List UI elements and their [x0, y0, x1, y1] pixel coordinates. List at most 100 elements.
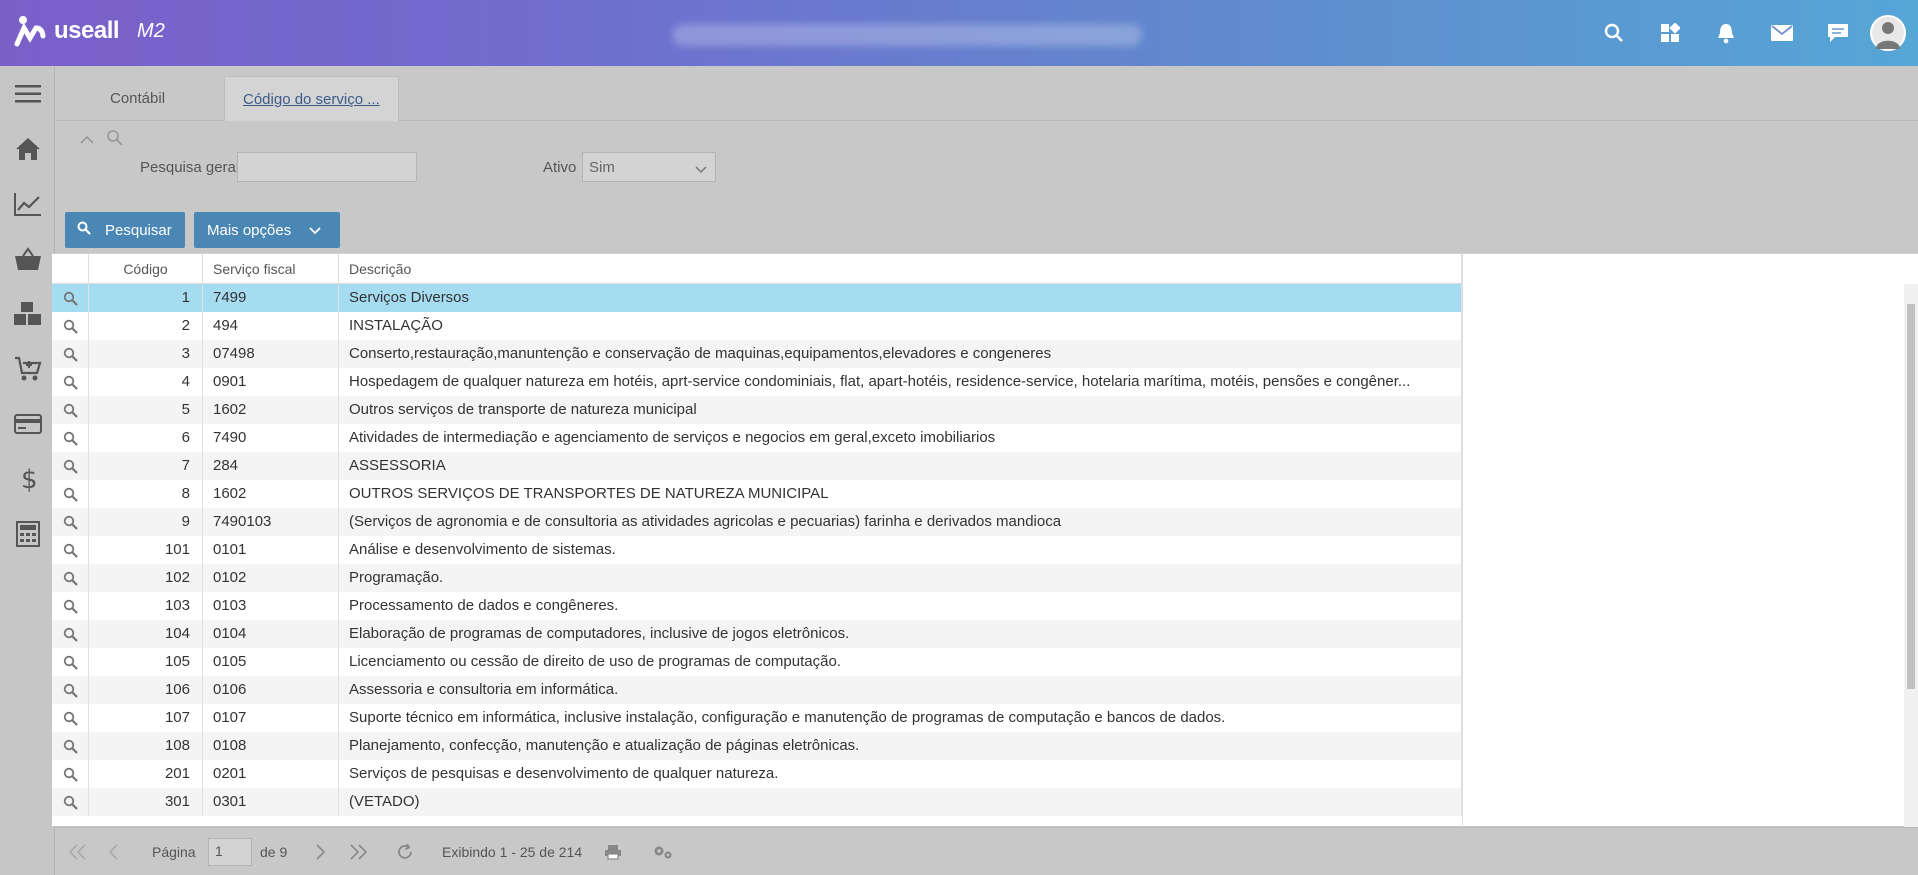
- chart-icon[interactable]: [0, 176, 55, 231]
- row-view-icon[interactable]: [52, 620, 89, 648]
- settings-icon[interactable]: [652, 828, 674, 875]
- table-row[interactable]: 8 1602 OUTROS SERVIÇOS DE TRANSPORTES DE N…: [52, 480, 1462, 508]
- table-row[interactable]: 4 0901 Hospedagem de qualquer natureza em …: [52, 368, 1462, 396]
- more-options-button[interactable]: Mais opções: [194, 212, 340, 248]
- row-view-icon[interactable]: [52, 312, 89, 340]
- cell-servico-fiscal: 0107: [203, 704, 339, 732]
- row-view-icon[interactable]: [52, 368, 89, 396]
- filter-search-icon[interactable]: [106, 129, 124, 151]
- search-input[interactable]: [237, 152, 417, 182]
- basket-icon[interactable]: [0, 231, 55, 286]
- row-view-icon[interactable]: [52, 788, 89, 816]
- card-icon[interactable]: [0, 396, 55, 451]
- table-row[interactable]: 2 494 INSTALAÇÃO: [52, 312, 1462, 340]
- results-grid: Código Serviço fiscal Descrição 1 7499 Ser…: [52, 253, 1918, 827]
- cell-codigo: 301: [89, 788, 203, 816]
- left-sidebar: $: [0, 66, 55, 875]
- app-logo[interactable]: useall M2: [14, 14, 165, 48]
- cell-codigo: 103: [89, 592, 203, 620]
- calculator-icon[interactable]: [0, 506, 55, 561]
- row-view-icon[interactable]: [52, 424, 89, 452]
- cell-servico-fiscal: 1602: [203, 396, 339, 424]
- table-row[interactable]: 108 0108 Planejamento, confecção, manutenç…: [52, 732, 1462, 760]
- cell-descricao: Análise e desenvolvimento de sistemas.: [339, 536, 1462, 564]
- refresh-icon[interactable]: [396, 828, 414, 875]
- row-view-icon[interactable]: [52, 648, 89, 676]
- table-row[interactable]: 5 1602 Outros serviços de transporte de na…: [52, 396, 1462, 424]
- cell-descricao: Outros serviços de transporte de naturez…: [339, 396, 1462, 424]
- table-row[interactable]: 107 0107 Suporte técnico em informática, i…: [52, 704, 1462, 732]
- grid-header: Código Serviço fiscal Descrição: [52, 254, 1462, 284]
- mail-icon[interactable]: [1754, 0, 1810, 66]
- tab-contabil[interactable]: Contábil: [92, 76, 183, 121]
- prev-page-icon[interactable]: [108, 828, 118, 875]
- row-view-icon[interactable]: [52, 704, 89, 732]
- collapse-chevron-icon[interactable]: [80, 132, 94, 149]
- table-row[interactable]: 106 0106 Assessoria e consultoria em infor…: [52, 676, 1462, 704]
- table-row[interactable]: 3 07498 Conserto,restauração,manuntenção e…: [52, 340, 1462, 368]
- cart-icon[interactable]: [0, 341, 55, 396]
- table-row[interactable]: 6 7490 Atividades de intermediação e agenc…: [52, 424, 1462, 452]
- boxes-icon[interactable]: [0, 286, 55, 341]
- print-icon[interactable]: [604, 828, 622, 875]
- cell-servico-fiscal: 7490: [203, 424, 339, 452]
- column-header-codigo[interactable]: Código: [89, 254, 203, 283]
- cell-servico-fiscal: 7499: [203, 284, 339, 312]
- cell-codigo: 3: [89, 340, 203, 368]
- first-page-icon[interactable]: [68, 828, 88, 875]
- page-label: Página: [152, 844, 196, 860]
- row-view-icon[interactable]: [52, 340, 89, 368]
- cell-servico-fiscal: 0106: [203, 676, 339, 704]
- row-view-icon[interactable]: [52, 564, 89, 592]
- cell-descricao: Programação.: [339, 564, 1462, 592]
- column-header-servico-fiscal[interactable]: Serviço fiscal: [203, 254, 339, 283]
- dollar-icon[interactable]: $: [0, 451, 55, 506]
- search-button[interactable]: Pesquisar: [65, 212, 185, 248]
- table-row[interactable]: 1 7499 Serviços Diversos: [52, 284, 1462, 312]
- user-avatar[interactable]: [1870, 15, 1906, 51]
- row-view-icon[interactable]: [52, 508, 89, 536]
- cell-codigo: 102: [89, 564, 203, 592]
- table-row[interactable]: 105 0105 Licenciamento ou cessão de direit…: [52, 648, 1462, 676]
- cell-servico-fiscal: 0101: [203, 536, 339, 564]
- cell-servico-fiscal: 1602: [203, 480, 339, 508]
- page-input[interactable]: 1: [208, 838, 252, 866]
- tab-codigo-servico[interactable]: Código do serviço ...: [224, 76, 399, 121]
- scrollbar-thumb[interactable]: [1907, 304, 1915, 689]
- table-row[interactable]: 101 0101 Análise e desenvolvimento de sist…: [52, 536, 1462, 564]
- next-page-icon[interactable]: [316, 828, 326, 875]
- cell-descricao: Conserto,restauração,manuntenção e conse…: [339, 340, 1462, 368]
- table-row[interactable]: 301 0301 (VETADO): [52, 788, 1462, 816]
- menu-icon[interactable]: [0, 66, 55, 121]
- cell-descricao: Processamento de dados e congêneres.: [339, 592, 1462, 620]
- bell-icon[interactable]: [1698, 0, 1754, 66]
- cell-codigo: 2: [89, 312, 203, 340]
- cell-servico-fiscal: 0105: [203, 648, 339, 676]
- row-view-icon[interactable]: [52, 284, 89, 312]
- vertical-scrollbar[interactable]: [1904, 284, 1918, 827]
- table-row[interactable]: 7 284 ASSESSORIA: [52, 452, 1462, 480]
- table-row[interactable]: 102 0102 Programação.: [52, 564, 1462, 592]
- chat-icon[interactable]: [1810, 0, 1866, 66]
- row-view-icon[interactable]: [52, 396, 89, 424]
- cell-servico-fiscal: 0108: [203, 732, 339, 760]
- row-view-icon[interactable]: [52, 536, 89, 564]
- home-icon[interactable]: [0, 121, 55, 176]
- cell-codigo: 7: [89, 452, 203, 480]
- column-header-descricao[interactable]: Descrição: [339, 254, 1462, 283]
- table-row[interactable]: 9 7490103 (Serviços de agronomia e de cons…: [52, 508, 1462, 536]
- cell-codigo: 101: [89, 536, 203, 564]
- row-view-icon[interactable]: [52, 452, 89, 480]
- table-row[interactable]: 201 0201 Serviços de pesquisas e desenvolv…: [52, 760, 1462, 788]
- table-row[interactable]: 103 0103 Processamento de dados e congêner…: [52, 592, 1462, 620]
- active-select[interactable]: Sim: [582, 152, 716, 182]
- row-view-icon[interactable]: [52, 480, 89, 508]
- apps-icon[interactable]: [1642, 0, 1698, 66]
- row-view-icon[interactable]: [52, 676, 89, 704]
- last-page-icon[interactable]: [348, 828, 368, 875]
- search-icon[interactable]: [1586, 0, 1642, 66]
- row-view-icon[interactable]: [52, 732, 89, 760]
- row-view-icon[interactable]: [52, 592, 89, 620]
- table-row[interactable]: 104 0104 Elaboração de programas de comput…: [52, 620, 1462, 648]
- row-view-icon[interactable]: [52, 760, 89, 788]
